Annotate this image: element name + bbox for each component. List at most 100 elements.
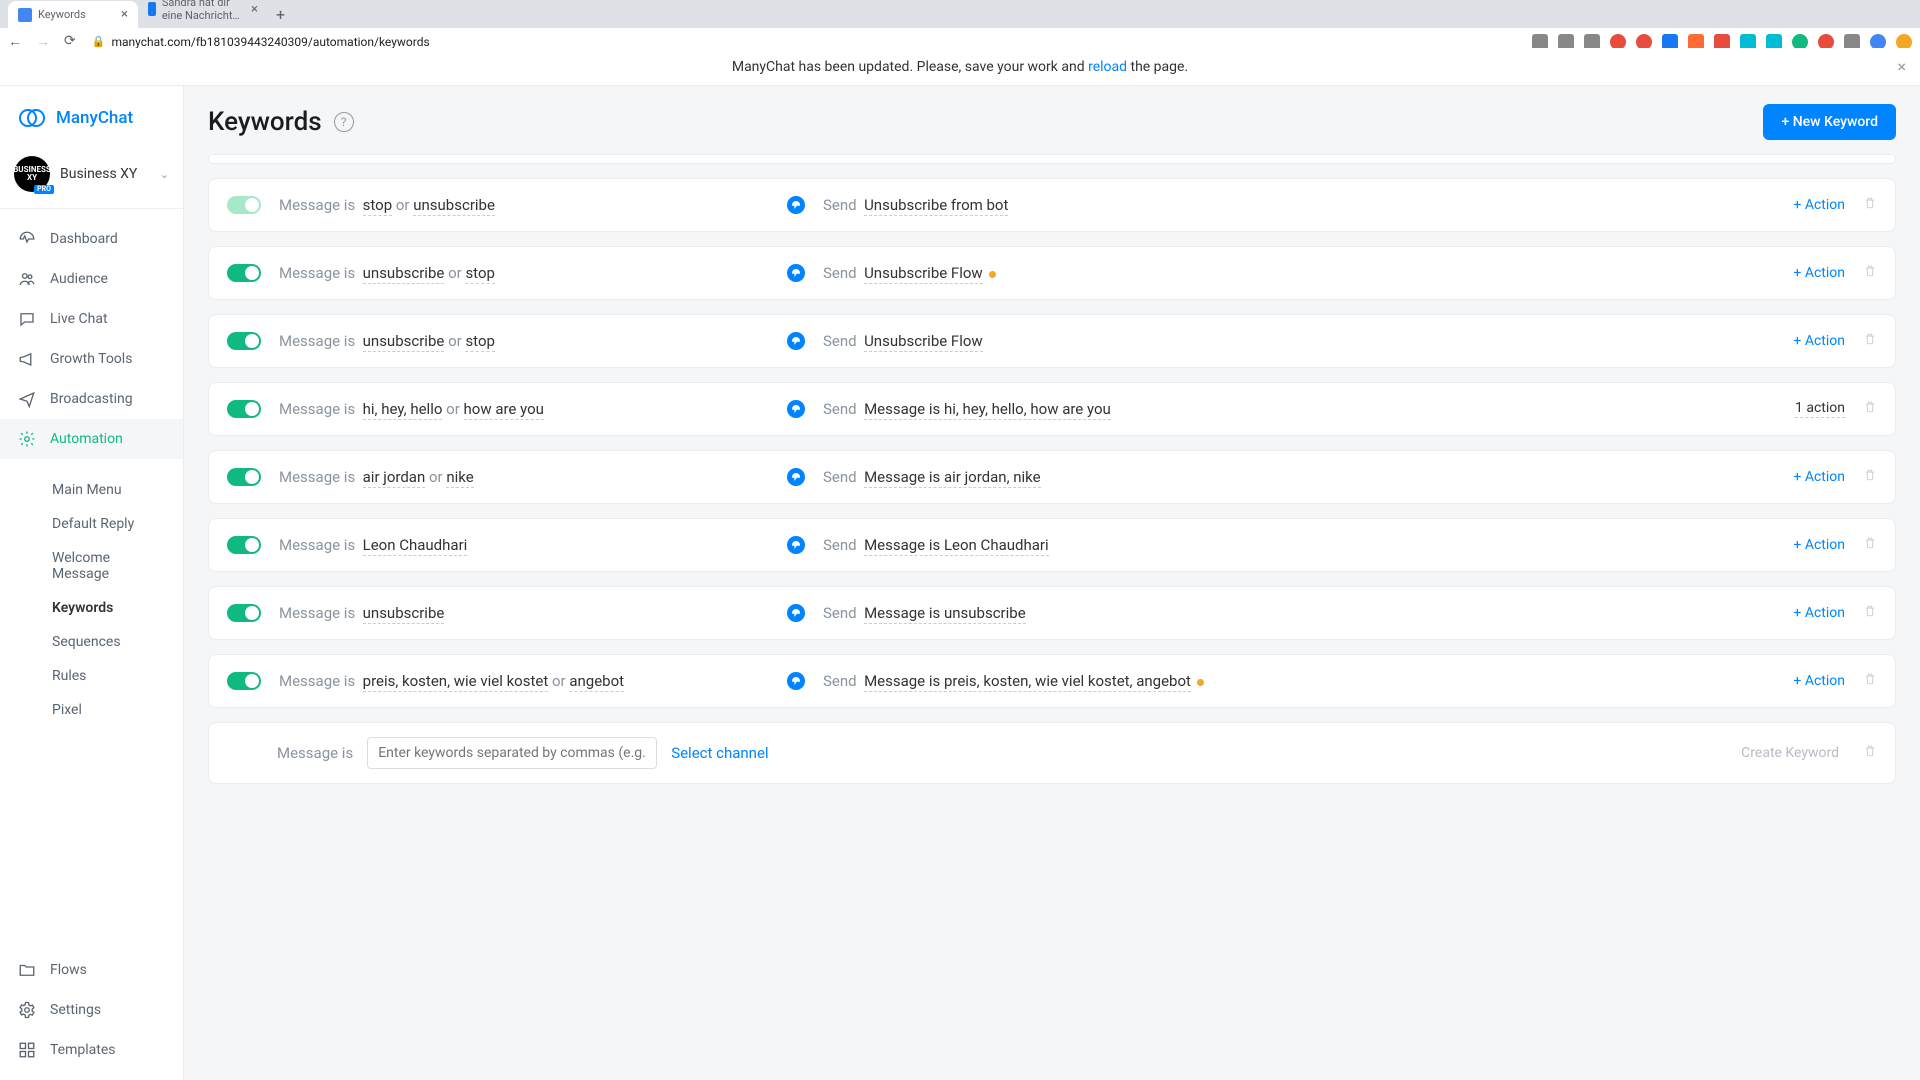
keyword-rule-row: Message is air jordan or nike Send Messag… [208,450,1896,504]
tab-title: Keywords [38,8,86,21]
add-action-link[interactable]: + Action [1793,265,1845,281]
enable-toggle[interactable] [227,468,261,486]
users-icon [18,270,36,288]
chat-icon [18,310,36,328]
trash-icon[interactable] [1863,671,1877,691]
subnav-main-menu[interactable]: Main Menu [0,473,183,507]
browser-tab-active[interactable]: Keywords × [8,1,138,28]
rule-action[interactable]: Send Message is air jordan, nike [823,468,1775,486]
rule-condition[interactable]: Message is unsubscribe or stop [279,332,769,350]
nav-label: Growth Tools [50,351,132,367]
trash-icon[interactable] [1863,603,1877,623]
keyword-rule-row: Message is unsubscribe Send Message is un… [208,586,1896,640]
trash-icon[interactable] [1863,195,1877,215]
sidebar-item-settings[interactable]: Settings [0,990,183,1030]
sidebar-item-automation[interactable]: Automation [0,419,183,459]
reload-link[interactable]: reload [1088,59,1127,75]
megaphone-icon [18,350,36,368]
sidebar: ManyChat BUSINESS XY PRO Business XY ⌄ D… [0,86,184,1080]
subnav-default-reply[interactable]: Default Reply [0,507,183,541]
add-action-link[interactable]: + Action [1793,197,1845,213]
add-action-link[interactable]: + Action [1793,469,1845,485]
trash-icon[interactable] [1863,331,1877,351]
rule-condition[interactable]: Message is Leon Chaudhari [279,536,769,554]
banner-text: ManyChat has been updated. Please, save … [732,59,1188,75]
close-icon[interactable]: × [251,2,258,17]
select-channel-link[interactable]: Select channel [671,744,768,762]
sidebar-item-templates[interactable]: Templates [0,1030,183,1070]
close-icon[interactable]: × [121,7,128,22]
rule-action[interactable]: Send Unsubscribe from bot [823,196,1775,214]
rule-action[interactable]: Send Message is unsubscribe [823,604,1775,622]
chevron-down-icon: ⌄ [160,168,169,181]
trash-icon[interactable] [1863,399,1877,419]
send-icon [18,390,36,408]
workspace-avatar: BUSINESS XY PRO [14,156,50,192]
subnav-sequences[interactable]: Sequences [0,625,183,659]
action-count[interactable]: 1 action [1795,400,1845,418]
close-icon[interactable]: × [1897,57,1906,76]
brand-name: ManyChat [56,108,133,128]
subnav-rules[interactable]: Rules [0,659,183,693]
enable-toggle[interactable] [227,332,261,350]
rule-action[interactable]: Send Unsubscribe Flow [823,332,1775,350]
keyword-input[interactable] [367,737,657,769]
avatar-text: BUSINESS XY [13,166,51,182]
messenger-channel-icon [787,400,805,418]
favicon-icon [18,8,32,22]
trash-icon[interactable] [1863,743,1877,763]
keyword-rule-row: Message is unsubscribe or stop Send Unsub… [208,314,1896,368]
url-field[interactable]: 🔒 manychat.com/fb181039443240309/automat… [86,35,1522,49]
trash-icon[interactable] [1863,263,1877,283]
rule-condition[interactable]: Message is unsubscribe [279,604,769,622]
sidebar-item-growth[interactable]: Growth Tools [0,339,183,379]
sidebar-item-livechat[interactable]: Live Chat [0,299,183,339]
workspace-switcher[interactable]: BUSINESS XY PRO Business XY ⌄ [0,146,183,209]
rule-action[interactable]: Send Unsubscribe Flow [823,264,1775,282]
sidebar-item-dashboard[interactable]: Dashboard [0,219,183,259]
help-icon[interactable]: ? [334,112,354,132]
nav-label: Templates [50,1042,116,1058]
subnav-welcome[interactable]: Welcome Message [0,541,183,591]
enable-toggle[interactable] [227,672,261,690]
rule-condition[interactable]: Message is hi, hey, hello or how are you [279,400,769,418]
rule-condition[interactable]: Message is preis, kosten, wie viel koste… [279,672,769,690]
sidebar-item-audience[interactable]: Audience [0,259,183,299]
subnav-keywords[interactable]: Keywords [0,591,183,625]
add-action-link[interactable]: + Action [1793,605,1845,621]
add-action-link[interactable]: + Action [1793,333,1845,349]
add-action-link[interactable]: + Action [1793,537,1845,553]
rule-action[interactable]: Send Message is Leon Chaudhari [823,536,1775,554]
enable-toggle[interactable] [227,400,261,418]
settings-icon [18,1001,36,1019]
new-keyword-button[interactable]: + New Keyword [1763,104,1896,140]
trash-icon[interactable] [1863,535,1877,555]
primary-nav: Dashboard Audience Live Chat Growth Tool… [0,209,183,469]
sidebar-item-broadcasting[interactable]: Broadcasting [0,379,183,419]
trash-icon[interactable] [1863,467,1877,487]
enable-toggle[interactable] [227,264,261,282]
enable-toggle[interactable] [227,536,261,554]
rule-condition[interactable]: Message is unsubscribe or stop [279,264,769,282]
browser-chrome: Keywords × Sandra hat dir eine Nachricht… [0,0,1920,48]
warning-dot-icon [1197,679,1204,686]
nav-label: Flows [50,962,87,978]
brand[interactable]: ManyChat [0,86,183,146]
rule-condition[interactable]: Message is air jordan or nike [279,468,769,486]
messenger-channel-icon [787,468,805,486]
new-tab-button[interactable]: + [268,1,293,28]
nav-label: Dashboard [50,231,118,247]
main-content: Keywords ? + New Keyword Message is stop… [184,86,1920,1080]
rule-condition[interactable]: Message is stop or unsubscribe [279,196,769,214]
enable-toggle[interactable] [227,196,261,214]
enable-toggle[interactable] [227,604,261,622]
banner-suffix: the page. [1127,59,1188,75]
sidebar-item-flows[interactable]: Flows [0,950,183,990]
subnav-pixel[interactable]: Pixel [0,693,183,727]
nav-label: Broadcasting [50,391,133,407]
add-action-link[interactable]: + Action [1793,673,1845,689]
rule-action[interactable]: Send Message is hi, hey, hello, how are … [823,400,1777,418]
create-keyword-button[interactable]: Create Keyword [1731,739,1849,767]
browser-tab-inactive[interactable]: Sandra hat dir eine Nachricht… × [138,0,268,28]
rule-action[interactable]: Send Message is preis, kosten, wie viel … [823,672,1775,690]
